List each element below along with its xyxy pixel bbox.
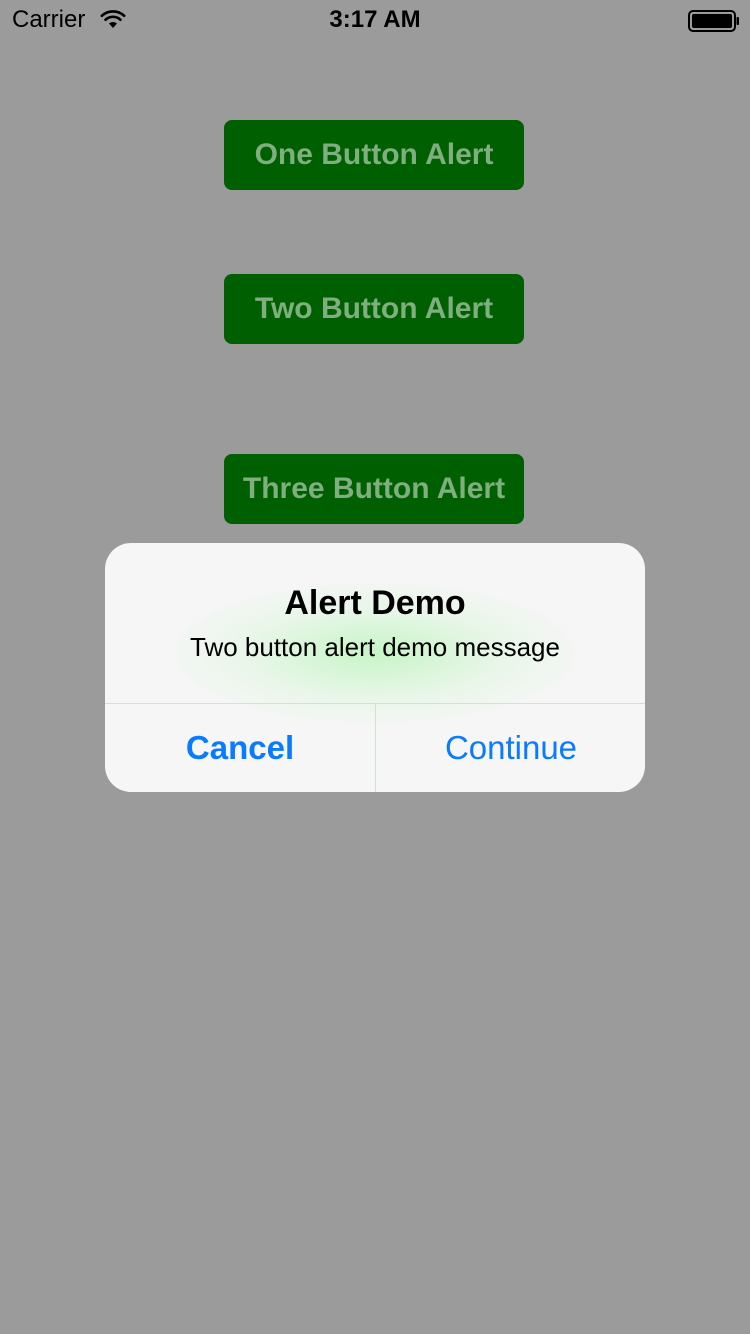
three-button-alert-button[interactable]: Three Button Alert xyxy=(224,454,524,524)
cancel-button[interactable]: Cancel xyxy=(105,704,375,792)
two-button-alert-label: Two Button Alert xyxy=(254,292,494,325)
alert-dialog: Alert Demo Two button alert demo message… xyxy=(105,543,645,792)
continue-label: Continue xyxy=(444,729,578,766)
status-bar: Carrier 3:17 AM xyxy=(0,0,750,40)
one-button-alert-label: One Button Alert xyxy=(254,138,494,171)
two-button-alert-button[interactable]: Two Button Alert xyxy=(224,274,524,344)
alert-message: Two button alert demo message xyxy=(190,632,560,662)
continue-button[interactable]: Continue xyxy=(376,704,645,792)
clock: 3:17 AM xyxy=(329,6,421,33)
three-button-alert-label: Three Button Alert xyxy=(242,472,506,505)
cancel-label: Cancel xyxy=(185,729,295,766)
battery-icon xyxy=(688,10,739,32)
alert-title: Alert Demo xyxy=(284,584,466,622)
one-button-alert-button[interactable]: One Button Alert xyxy=(224,120,524,190)
